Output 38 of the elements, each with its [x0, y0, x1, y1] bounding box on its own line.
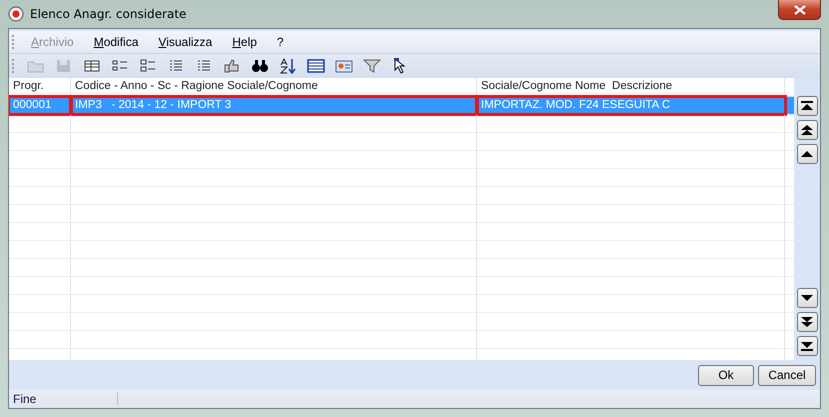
binoculars-icon	[251, 58, 269, 74]
column-header[interactable]: Codice - Anno - Sc - Ragione Sociale/Cognome	[71, 78, 477, 96]
table-cell: IMP3 - 2014 - 12 - IMPORT 3	[71, 97, 477, 114]
scroll-button[interactable]	[796, 120, 818, 140]
scroll-button[interactable]	[796, 96, 818, 116]
scroll-button[interactable]	[796, 336, 818, 356]
save-icon	[55, 58, 73, 74]
menu-item[interactable]: Modifica	[84, 35, 148, 49]
close-button[interactable]	[778, 0, 821, 20]
close-icon	[794, 4, 806, 14]
bar-arrow-icon	[800, 340, 814, 352]
dialog-button[interactable]: Ok	[698, 364, 754, 386]
options-icon	[139, 58, 157, 74]
table-cell: 000001	[9, 97, 71, 114]
app-icon	[8, 6, 24, 22]
double-arrow-icon	[800, 316, 814, 328]
arrow-icon	[800, 292, 814, 304]
arrow-icon	[800, 148, 814, 160]
dialog-button[interactable]: Cancel	[758, 364, 816, 386]
table-icon	[307, 58, 325, 74]
scroll-button[interactable]	[796, 288, 818, 308]
menu-item[interactable]: Help	[222, 35, 267, 49]
double-arrow-icon	[800, 124, 814, 136]
window-title: Elenco Anagr. considerate	[30, 7, 186, 21]
menu-item[interactable]: Visualizza	[148, 35, 222, 49]
status-text: Fine	[12, 392, 38, 406]
grid-icon	[83, 58, 101, 74]
sort-icon	[279, 58, 297, 74]
scroll-button[interactable]	[796, 312, 818, 332]
scroll-button[interactable]	[796, 144, 818, 164]
menu-item[interactable]: ?	[266, 35, 294, 49]
column-header[interactable]: Progr.	[9, 78, 71, 96]
filter-icon	[363, 58, 381, 74]
table-cell: IMPORTAZ. MOD. F24 ESEGUITA C	[477, 97, 785, 114]
bar-arrow-icon	[800, 100, 814, 112]
column-header[interactable]: Sociale/Cognome Nome Descrizione	[477, 78, 785, 96]
card-icon	[335, 58, 353, 74]
thumb-icon	[223, 58, 241, 74]
